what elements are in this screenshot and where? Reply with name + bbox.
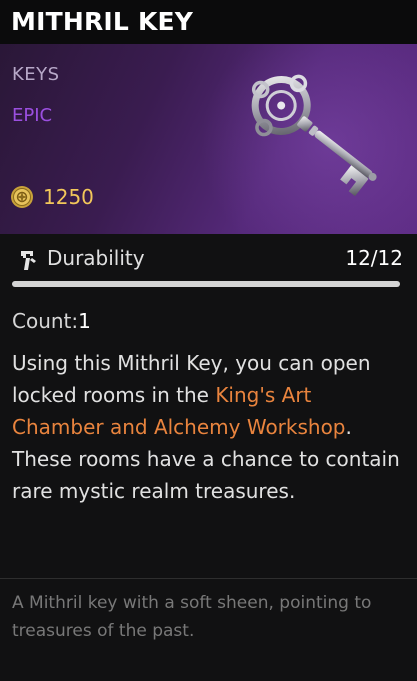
item-rarity: EPIC <box>12 105 53 126</box>
title-bar: MITHRIL KEY <box>0 0 417 44</box>
item-lore: A Mithril key with a soft sheen, pointin… <box>12 593 372 641</box>
item-category: KEYS <box>12 64 60 85</box>
item-name: MITHRIL KEY <box>11 7 194 36</box>
durability-row: Durability 12/12 <box>0 236 417 280</box>
hammer-icon <box>21 251 36 270</box>
price-row: 1250 <box>10 185 94 209</box>
durability-bar <box>12 281 400 287</box>
durability-label: Durability <box>47 246 145 270</box>
item-price: 1250 <box>43 185 94 209</box>
item-description: Using this Mithril Key, you can open loc… <box>12 347 408 507</box>
divider <box>0 578 417 579</box>
count-label: Count: <box>12 309 79 333</box>
item-header-panel: KEYS EPIC 1250 <box>0 44 417 234</box>
item-tooltip: MITHRIL KEY KEYS EPIC 1250 Durability 12… <box>0 0 417 681</box>
durability-bar-fill <box>12 281 400 287</box>
count-row: Count:1 <box>12 309 91 333</box>
ornate-key-icon <box>251 74 377 197</box>
count-value: 1 <box>78 309 91 333</box>
gold-coin-icon <box>11 186 33 208</box>
description-text: Using this Mithril Key, you can open loc… <box>12 351 371 407</box>
durability-value: 12/12 <box>345 246 403 270</box>
